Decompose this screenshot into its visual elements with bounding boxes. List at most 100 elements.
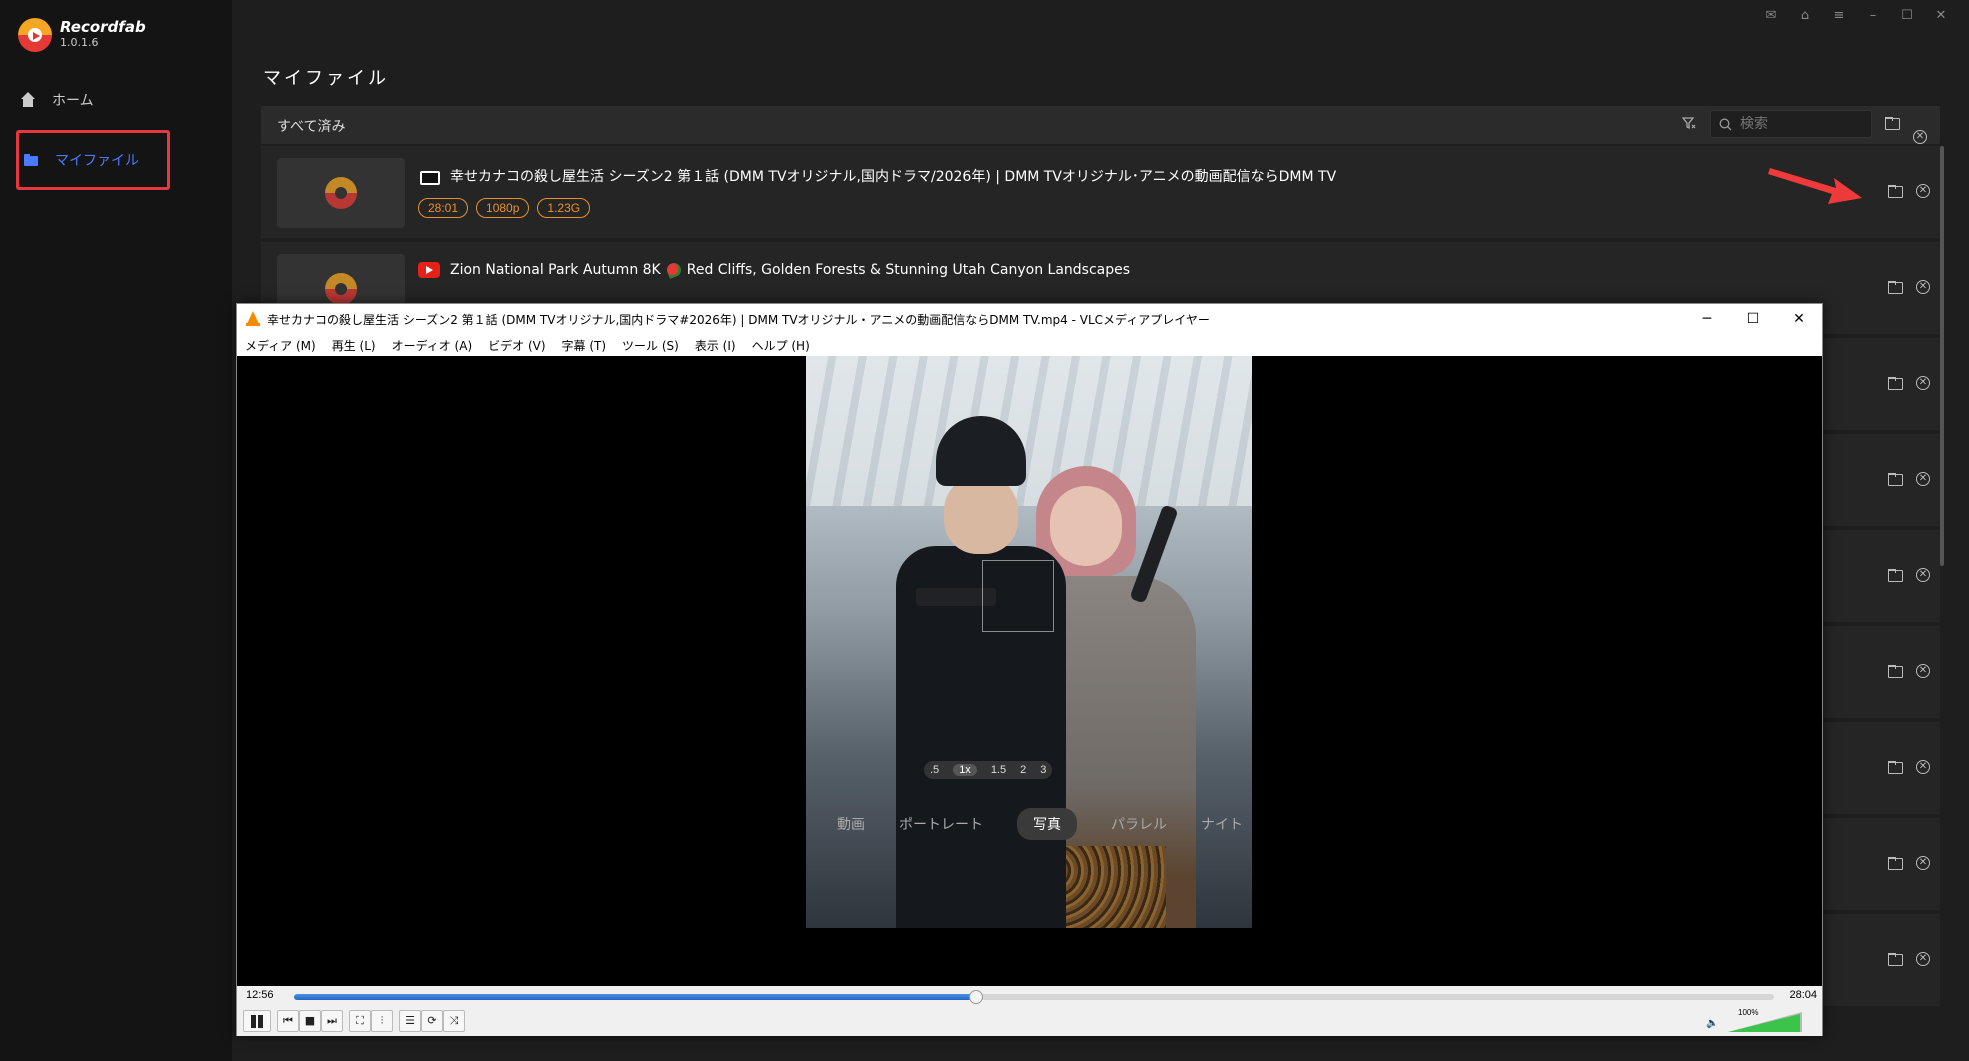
placeholder-logo-icon <box>325 177 357 209</box>
thumbnail[interactable] <box>277 158 405 228</box>
list-scrollbar[interactable] <box>1940 146 1944 566</box>
list-item[interactable]: 幸せカナコの殺し屋生活 シーズン2 第１話 (DMM TVオリジナル,国内ドラマ… <box>261 146 1940 240</box>
volume-level <box>1728 1014 1800 1032</box>
menu-icon[interactable]: ≡ <box>1831 8 1847 24</box>
seek-slider[interactable] <box>294 990 1774 1004</box>
sidebar-item-my-files[interactable]: マイファイル <box>16 130 170 190</box>
vlc-menu-playback[interactable]: 再生 (L) <box>332 337 376 354</box>
vlc-minimize-icon[interactable]: ─ <box>1684 304 1730 334</box>
zoom-option-active: 1x <box>953 764 977 776</box>
duration-badge: 28:01 <box>418 198 469 218</box>
minimize-icon[interactable]: – <box>1865 8 1881 24</box>
delete-icon[interactable]: ✕ <box>1916 760 1930 774</box>
app-version: 1.0.1.6 <box>60 36 99 49</box>
vlc-menu-media[interactable]: メディア (M) <box>245 337 316 354</box>
camera-mode: 動画 <box>837 817 865 833</box>
video-area[interactable]: .5 1x 1.5 2 3 動画 ポートレート 写真 パラレル ナイト <box>237 356 1822 986</box>
focus-frame <box>982 560 1054 632</box>
zoom-selector: .5 1x 1.5 2 3 <box>924 761 1053 779</box>
open-folder-icon[interactable] <box>1888 952 1903 966</box>
loop-button[interactable]: ⟳ <box>421 1010 443 1032</box>
seek-row: 12:56 28:04 <box>237 986 1822 1006</box>
home-icon <box>20 92 36 108</box>
vlc-menu-tools[interactable]: ツール (S) <box>622 337 679 354</box>
speaker-icon[interactable]: 🔈 <box>1706 1018 1718 1029</box>
fullscreen-button[interactable]: ⛶ <box>349 1010 371 1032</box>
next-button[interactable]: ⏭ <box>321 1010 343 1032</box>
zoom-option: 2 <box>1020 764 1027 776</box>
camera-mode: ポートレート <box>899 817 983 833</box>
open-folder-icon[interactable] <box>1888 472 1903 486</box>
placeholder-logo-icon <box>325 273 357 305</box>
shuffle-button[interactable]: ⤨ <box>443 1010 465 1032</box>
pause-button[interactable] <box>243 1010 271 1032</box>
extended-settings-button[interactable]: ⫶ <box>371 1010 393 1032</box>
vlc-window: 幸せカナコの殺し屋生活 シーズン2 第１話 (DMM TVオリジナル,国内ドラマ… <box>236 303 1823 1036</box>
delete-icon[interactable]: ✕ <box>1916 952 1930 966</box>
open-folder-icon[interactable] <box>1888 280 1903 294</box>
resolution-badge: 1080p <box>476 198 530 218</box>
video-frame <box>806 356 1252 928</box>
search-icon <box>1719 118 1732 130</box>
delete-icon[interactable]: ✕ <box>1916 472 1930 486</box>
delete-icon[interactable]: ✕ <box>1916 184 1930 198</box>
playlist-button[interactable]: ☰ <box>399 1010 421 1032</box>
recordfab-logo-icon <box>18 18 52 52</box>
seek-handle[interactable] <box>969 990 984 1004</box>
window-controls: ✉ ⌂ ≡ – ☐ ✕ <box>1763 8 1949 24</box>
vlc-menu-video[interactable]: ビデオ (V) <box>488 337 545 354</box>
open-folder-icon[interactable] <box>1888 760 1903 774</box>
sidebar-item-label: ホーム <box>52 93 94 109</box>
file-title-suffix: Red Cliffs, Golden Forests & Stunning Ut… <box>686 262 1131 278</box>
delete-all-icon[interactable]: ✕ <box>1913 130 1927 144</box>
app-name: Recordfab <box>60 18 146 36</box>
control-row: ⏮ ■ ⏭ ⛶ ⫶ ☰ ⟳ ⤨ 🔈 100% <box>237 1006 1822 1036</box>
open-folder-icon[interactable] <box>1888 376 1903 390</box>
vlc-menu-subtitle[interactable]: 字幕 (T) <box>562 337 607 354</box>
app-logo: Recordfab 1.0.1.6 <box>18 18 146 52</box>
vlc-menu-help[interactable]: ヘルプ (H) <box>752 337 810 354</box>
vlc-menu-view[interactable]: 表示 (I) <box>695 337 736 354</box>
size-badge: 1.23G <box>537 198 591 218</box>
sidebar-item-home[interactable]: ホーム <box>16 72 170 128</box>
vlc-menu-audio[interactable]: オーディオ (A) <box>392 337 473 354</box>
delete-icon[interactable]: ✕ <box>1916 376 1930 390</box>
camera-mode-active: 写真 <box>1017 808 1077 840</box>
open-folder-all-icon[interactable] <box>1885 116 1900 130</box>
open-folder-icon[interactable] <box>1888 664 1903 678</box>
camera-mode: ナイト <box>1201 817 1243 833</box>
zoom-option: 1.5 <box>990 764 1007 776</box>
open-folder-icon[interactable] <box>1888 856 1903 870</box>
stop-button[interactable]: ■ <box>299 1010 321 1032</box>
maximize-icon[interactable]: ☐ <box>1899 8 1915 24</box>
close-icon[interactable]: ✕ <box>1933 8 1949 24</box>
file-title: Zion National Park Autumn 8K <box>450 262 661 278</box>
annotation-arrow-icon <box>1768 168 1862 204</box>
dmm-tv-icon <box>418 168 440 185</box>
vlc-close-icon[interactable]: ✕ <box>1776 304 1822 334</box>
zoom-option: .5 <box>930 764 940 776</box>
delete-icon[interactable]: ✕ <box>1916 664 1930 678</box>
vlc-titlebar[interactable]: 幸せカナコの殺し屋生活 シーズン2 第１話 (DMM TVオリジナル,国内ドラマ… <box>237 304 1822 334</box>
vlc-maximize-icon[interactable]: ☐ <box>1730 304 1776 334</box>
page-title: マイファイル <box>263 68 389 89</box>
filter-dropdown[interactable]: すべて済み <box>277 116 345 136</box>
delete-icon[interactable]: ✕ <box>1916 280 1930 294</box>
shop-icon[interactable]: ⌂ <box>1797 8 1813 24</box>
mail-icon[interactable]: ✉ <box>1763 8 1779 24</box>
filter-icon[interactable] <box>1682 116 1696 130</box>
search-box[interactable] <box>1710 110 1872 138</box>
delete-icon[interactable]: ✕ <box>1916 856 1930 870</box>
previous-button[interactable]: ⏮ <box>277 1010 299 1032</box>
open-folder-icon[interactable] <box>1888 184 1903 198</box>
maple-leaf-icon <box>664 261 683 279</box>
open-folder-icon[interactable] <box>1888 568 1903 582</box>
camera-mode: パラレル <box>1111 817 1167 833</box>
delete-icon[interactable]: ✕ <box>1916 568 1930 582</box>
search-input[interactable] <box>1740 116 1860 132</box>
vlc-window-title: 幸せカナコの殺し屋生活 シーズン2 第１話 (DMM TVオリジナル,国内ドラマ… <box>267 312 1210 327</box>
file-title: 幸せカナコの殺し屋生活 シーズン2 第１話 (DMM TVオリジナル,国内ドラマ… <box>450 169 1337 185</box>
time-total: 28:04 <box>1789 989 1817 1001</box>
sidebar-item-label: マイファイル <box>55 153 139 169</box>
volume-slider[interactable]: 100% <box>1728 1008 1804 1032</box>
